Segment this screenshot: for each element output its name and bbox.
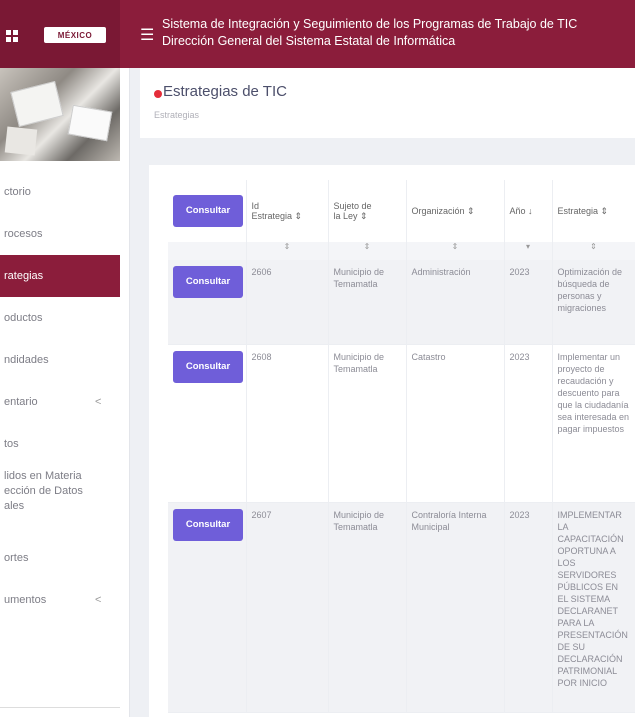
- cell-anio: 2023: [504, 502, 553, 713]
- sidebar-item-directorio[interactable]: ctorio: [0, 171, 120, 213]
- cell-id: 2607: [246, 502, 329, 713]
- cell-estrategia: IMPLEMENTAR LA CAPACITACIÓN OPORTUNA A L…: [552, 502, 635, 713]
- sidebar-item-documentos[interactable]: umentos <: [0, 579, 120, 621]
- brand-area: MÉXICO: [0, 0, 120, 68]
- mexico-logo[interactable]: MÉXICO: [44, 27, 106, 43]
- system-title: Sistema de Integración y Seguimiento de …: [162, 16, 577, 50]
- cell-estrategia: Optimización de búsqueda de personas y m…: [552, 260, 635, 345]
- sidebar-item-label: oductos: [4, 312, 43, 324]
- filter-cell[interactable]: ▾: [504, 242, 553, 260]
- sidebar-item-estrategias[interactable]: rategias: [0, 255, 120, 297]
- chevron-left-icon: <: [95, 396, 102, 408]
- logo-text: MÉXICO: [57, 30, 93, 40]
- cell-sujeto: Municipio de Temamatla: [328, 344, 407, 503]
- sidebar: ctorio rocesos rategias oductos ndidades…: [0, 68, 130, 717]
- page-title: Estrategias de TIC: [163, 83, 287, 100]
- cell-sujeto: Municipio de Temamatla: [328, 502, 407, 713]
- sidebar-item-inventario[interactable]: entario <: [0, 381, 120, 423]
- table-filter-row: ⇕ ⇕ ⇕ ▾ ⇕: [168, 242, 635, 260]
- header-consultar[interactable]: Consultar: [168, 180, 247, 242]
- sidebar-item-label: umentos: [4, 594, 47, 606]
- chevron-left-icon: <: [95, 594, 102, 606]
- cell-organizacion: Administración: [406, 260, 505, 345]
- sidebar-item-datos[interactable]: tos: [0, 423, 120, 465]
- system-title-line2: Dirección General del Sistema Estatal de…: [162, 34, 456, 48]
- header-id-estrategia[interactable]: Id Estrategia ⇕: [246, 180, 329, 242]
- header-sujeto-ley[interactable]: Sujeto de la Ley ⇕: [328, 180, 407, 242]
- cell-sujeto: Municipio de Temamatla: [328, 260, 407, 345]
- filter-cell[interactable]: ⇕: [328, 242, 407, 260]
- sidebar-item-reportes[interactable]: ortes: [0, 537, 120, 579]
- sidebar-item-necesidades[interactable]: ndidades: [0, 339, 120, 381]
- table-row: Consultar 2608 Municipio de Temamatla Ca…: [168, 344, 635, 503]
- filter-cell: [168, 242, 247, 260]
- cell-organizacion: Contraloría Interna Municipal: [406, 502, 505, 713]
- table-row: Consultar 2607 Municipio de Temamatla Co…: [168, 502, 635, 713]
- row-action-cell: Consultar: [168, 344, 247, 503]
- sidebar-item-procesos[interactable]: rocesos: [0, 213, 120, 255]
- sidebar-item-label: lidos en Materia ección de Datos ales: [4, 470, 83, 512]
- sidebar-item-label: ctorio: [4, 186, 31, 198]
- consultar-button[interactable]: Consultar: [173, 350, 243, 383]
- page-header: Estrategias de TIC Estrategias: [140, 68, 635, 138]
- grid-menu-icon[interactable]: [6, 30, 18, 42]
- cell-anio: 2023: [504, 260, 553, 345]
- sidebar-item-label: ndidades: [4, 354, 49, 366]
- sidebar-item-label: ortes: [4, 552, 29, 564]
- row-action-cell: Consultar: [168, 502, 247, 713]
- sidebar-photo: [0, 68, 120, 161]
- top-bar: MÉXICO ☰ Sistema de Integración y Seguim…: [0, 0, 635, 68]
- sidebar-item-label: rategias: [4, 270, 44, 282]
- sidebar-item-proteccion-datos[interactable]: lidos en Materia ección de Datos ales: [0, 465, 120, 537]
- cell-anio: 2023: [504, 344, 553, 503]
- header-organizacion[interactable]: Organización ⇕: [406, 180, 505, 242]
- table-header-row: Consultar Id Estrategia ⇕ Sujeto de la L…: [168, 180, 635, 242]
- cell-estrategia: Implementar un proyecto de recaudación y…: [552, 344, 635, 503]
- hamburger-icon[interactable]: ☰: [140, 28, 154, 44]
- consultar-button[interactable]: Consultar: [173, 508, 243, 541]
- sidebar-item-label: tos: [4, 438, 19, 450]
- filter-cell[interactable]: ⇕: [246, 242, 329, 260]
- sidebar-item-label: rocesos: [4, 228, 43, 240]
- table-card: Consultar Id Estrategia ⇕ Sujeto de la L…: [149, 165, 635, 717]
- header-anio[interactable]: Año ↓: [504, 180, 553, 242]
- breadcrumb: Estrategias: [154, 110, 200, 120]
- filter-cell[interactable]: ⇕: [552, 242, 635, 260]
- consultar-button[interactable]: Consultar: [173, 266, 243, 298]
- filter-cell[interactable]: ⇕: [406, 242, 505, 260]
- strategies-table: Consultar Id Estrategia ⇕ Sujeto de la L…: [168, 180, 635, 713]
- sidebar-item-label: entario: [4, 396, 38, 408]
- cell-organizacion: Catastro: [406, 344, 505, 503]
- table-row: Consultar 2606 Municipio de Temamatla Ad…: [168, 260, 635, 345]
- consultar-header-button[interactable]: Consultar: [173, 195, 243, 227]
- cell-id: 2606: [246, 260, 329, 345]
- system-title-line1: Sistema de Integración y Seguimiento de …: [162, 17, 578, 31]
- cell-id: 2608: [246, 344, 329, 503]
- sidebar-item-productos[interactable]: oductos: [0, 297, 120, 339]
- status-dot-icon: [154, 90, 162, 98]
- sidebar-footer-divider: [0, 707, 120, 717]
- sidebar-menu: ctorio rocesos rategias oductos ndidades…: [0, 171, 120, 621]
- row-action-cell: Consultar: [168, 260, 247, 345]
- header-estrategia[interactable]: Estrategia ⇕: [552, 180, 635, 242]
